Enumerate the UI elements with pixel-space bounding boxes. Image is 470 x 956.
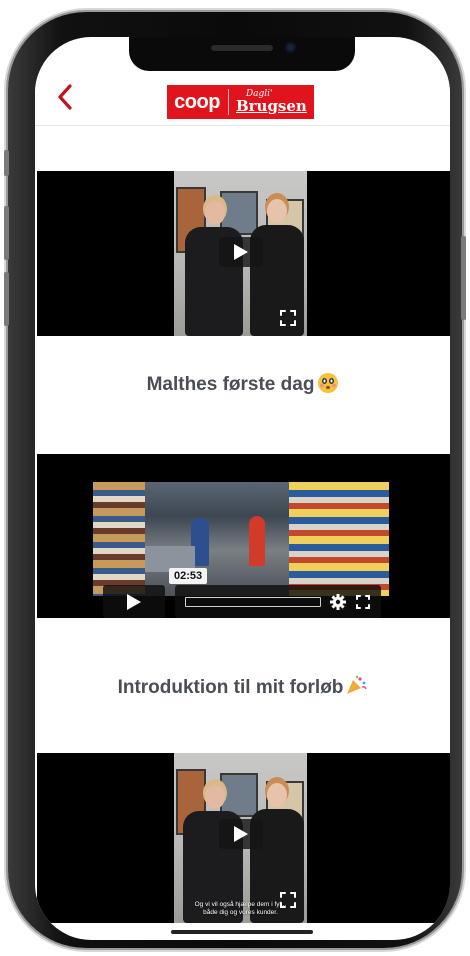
fullscreen-icon[interactable] bbox=[279, 309, 297, 327]
video-caption-1: Malthes første dag bbox=[35, 373, 450, 396]
video-player-3[interactable]: Og vi vil også hjælpe dem i fyl... både … bbox=[37, 753, 450, 923]
front-camera bbox=[285, 42, 296, 53]
fullscreen-icon[interactable] bbox=[355, 594, 371, 610]
caption-1-text: Malthes første dag bbox=[146, 374, 315, 395]
caption-2-text: Introduktion til mit forløb bbox=[117, 677, 344, 698]
fullscreen-icon[interactable] bbox=[279, 891, 297, 909]
progress-slider[interactable] bbox=[185, 597, 321, 607]
shelf-left bbox=[93, 482, 145, 596]
volume-down-button bbox=[4, 272, 9, 326]
play-icon bbox=[127, 594, 141, 610]
home-indicator bbox=[171, 930, 313, 934]
volume-up-button bbox=[4, 206, 9, 260]
play-button[interactable] bbox=[219, 237, 263, 267]
duration-badge: 02:53 bbox=[169, 568, 208, 584]
video-thumbnail-1 bbox=[174, 171, 307, 336]
video-caption-2: Introduktion til mit forløb bbox=[35, 675, 450, 699]
logo-brugsen-text: Brugsen bbox=[235, 97, 307, 115]
play-button-bar[interactable] bbox=[103, 585, 165, 618]
app-screen: coop Dagli' Brugsen Malthes første dag 0… bbox=[35, 37, 450, 940]
shopper-2 bbox=[249, 516, 265, 566]
silent-switch bbox=[4, 150, 9, 176]
gear-icon[interactable] bbox=[329, 593, 347, 611]
party-popper-emoji bbox=[347, 675, 368, 694]
play-icon bbox=[234, 244, 248, 260]
controls-bar bbox=[175, 585, 381, 618]
video-thumbnail-3: Og vi vil også hjælpe dem i fyl... både … bbox=[174, 753, 307, 923]
flushed-face-emoji bbox=[318, 373, 339, 393]
app-header: coop Dagli' Brugsen bbox=[35, 73, 450, 126]
chevron-left-icon[interactable] bbox=[51, 79, 79, 115]
shelf-right bbox=[289, 482, 389, 596]
video-player-2[interactable]: 02:53 bbox=[37, 454, 450, 618]
video-player-1[interactable] bbox=[37, 171, 450, 336]
notch bbox=[129, 37, 355, 71]
coop-dagli-brugsen-logo: coop Dagli' Brugsen bbox=[167, 85, 314, 119]
speaker-grille bbox=[211, 45, 273, 51]
logo-brand: Dagli' Brugsen bbox=[229, 90, 307, 114]
play-icon bbox=[234, 826, 248, 842]
logo-coop-text: coop bbox=[174, 89, 229, 115]
subtitle-line-2: både dig og vores kunder. bbox=[203, 909, 278, 916]
video-thumbnail-2 bbox=[93, 482, 389, 596]
play-button[interactable] bbox=[219, 819, 263, 849]
power-button bbox=[461, 236, 466, 320]
